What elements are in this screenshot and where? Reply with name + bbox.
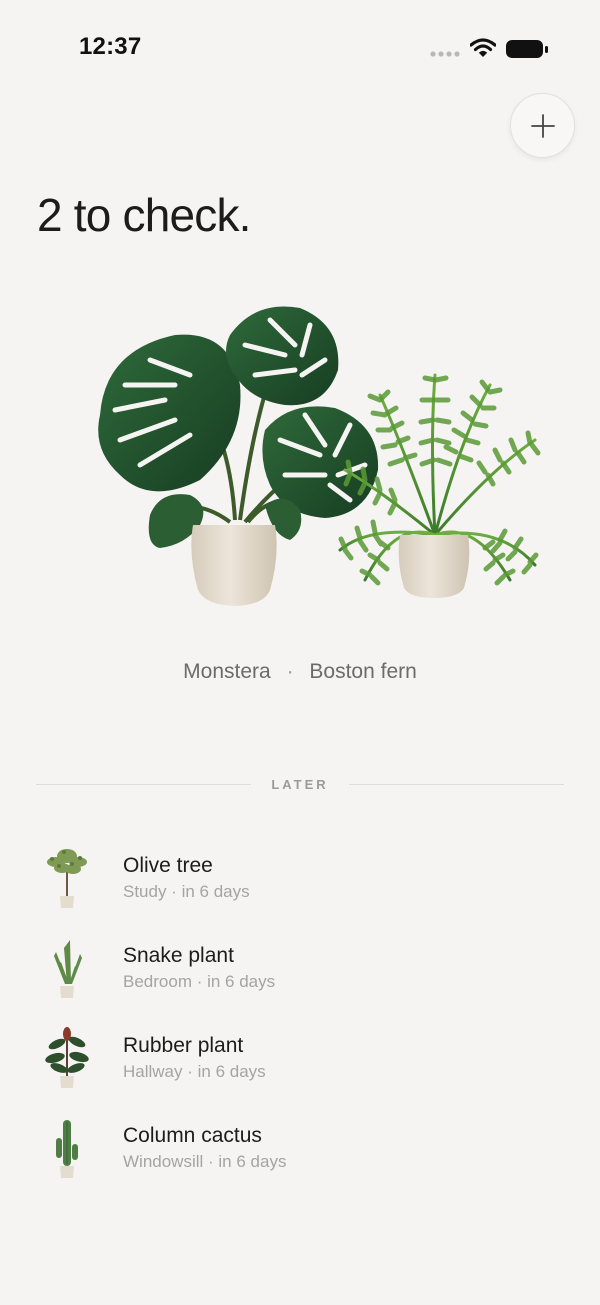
plant-name: Olive tree — [123, 854, 213, 877]
snake-plant-icon — [54, 940, 82, 998]
list-item[interactable]: Column cactus Windowsill · in 6 days — [36, 1108, 566, 1188]
list-item[interactable]: Snake plant Bedroom · in 6 days — [36, 928, 566, 1008]
hero-plant-name[interactable]: Monstera — [183, 660, 271, 683]
wifi-icon — [470, 38, 496, 57]
olive-tree-icon — [47, 849, 87, 908]
page-title: 2 to check. — [37, 189, 251, 241]
divider-line — [36, 784, 251, 785]
battery-icon — [506, 40, 548, 58]
column-cactus-icon — [56, 1120, 78, 1178]
status-time: 12:37 — [79, 33, 142, 60]
rubber-plant-icon — [45, 1027, 89, 1088]
plant-subtitle: Hallway · in 6 days — [123, 1062, 266, 1081]
hero-plants-illustration — [98, 306, 541, 606]
hero-plant-name[interactable]: Boston fern — [309, 660, 416, 683]
hero-plant-names: Monstera · Boston fern — [0, 660, 600, 684]
section-label: LATER — [271, 777, 329, 792]
plant-subtitle: Study · in 6 days — [123, 882, 250, 901]
plant-subtitle: Bedroom · in 6 days — [123, 972, 276, 991]
add-plant-button[interactable] — [510, 93, 575, 158]
boston-fern-icon — [338, 373, 541, 598]
list-item[interactable]: Olive tree Study · in 6 days — [36, 838, 566, 918]
plant-subtitle: Windowsill · in 6 days — [123, 1152, 287, 1171]
plant-name: Column cactus — [123, 1124, 262, 1147]
monstera-icon — [98, 306, 379, 606]
name-separator: · — [286, 660, 294, 683]
plus-icon — [531, 114, 555, 138]
divider-line — [349, 784, 564, 785]
signal-dots-icon — [430, 51, 460, 57]
status-bar: 12:37 — [0, 0, 600, 90]
list-item[interactable]: Rubber plant Hallway · in 6 days — [36, 1018, 566, 1098]
later-section-divider: LATER — [36, 775, 564, 795]
plant-name: Rubber plant — [123, 1034, 244, 1057]
plant-name: Snake plant — [123, 944, 234, 967]
